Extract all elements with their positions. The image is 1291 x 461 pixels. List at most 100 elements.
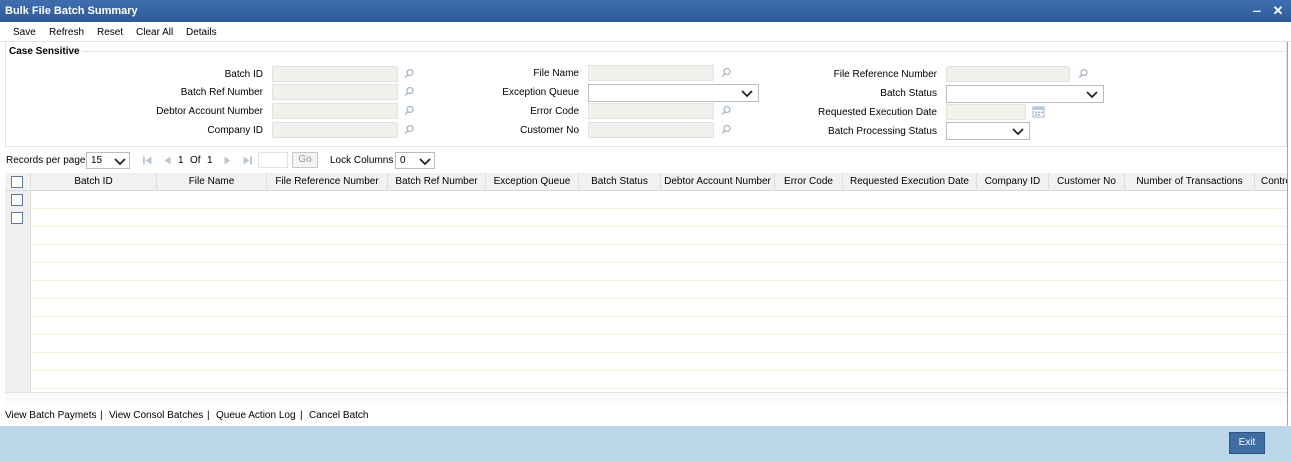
column-header[interactable]: Exception Queue [486,173,579,191]
batch-id-lookup-icon[interactable] [404,68,415,79]
chevron-down-icon [1086,91,1098,99]
column-header[interactable]: Number of Transactions [1125,173,1255,191]
window-edge [1287,42,1291,426]
batch-ref-number-lookup-icon[interactable] [404,86,415,97]
grid-header: Batch ID File Name File Reference Number… [5,173,1289,191]
column-header[interactable]: Customer No [1049,173,1125,191]
column-header[interactable]: Requested Execution Date [843,173,977,191]
company-id-input[interactable] [272,122,398,138]
calendar-icon[interactable] [1032,105,1045,118]
batch-status-label: Batch Status [880,88,937,99]
exit-button[interactable]: Exit [1229,432,1265,454]
row-divider [31,280,1289,281]
column-header[interactable]: Debtor Account Number [661,173,775,191]
debtor-account-number-input[interactable] [272,103,398,119]
batch-processing-status-label: Batch Processing Status [828,126,937,137]
row-divider [31,370,1289,371]
results-grid: Batch ID File Name File Reference Number… [5,173,1289,392]
column-header[interactable]: File Reference Number [267,173,388,191]
last-page-icon[interactable] [242,155,253,166]
column-header[interactable]: Batch ID [31,173,157,191]
next-page-icon[interactable] [222,155,233,166]
file-reference-number-lookup-icon[interactable] [1078,68,1089,79]
column-header[interactable]: Error Code [775,173,843,191]
refresh-button[interactable]: Refresh [49,27,84,38]
error-code-label: Error Code [530,106,579,117]
row-divider [31,352,1289,353]
batch-status-select[interactable] [946,85,1104,103]
minimize-icon[interactable]: ‒ [1249,3,1265,19]
of-label: Of [190,155,201,166]
error-code-lookup-icon[interactable] [721,105,732,116]
pager: Records per page 15 1 Of 1 Go Lock Colum… [0,152,1291,170]
row-divider [31,334,1289,335]
file-name-input[interactable] [588,65,714,81]
details-button[interactable]: Details [186,27,217,38]
section-divider [82,51,1288,52]
page-number-input[interactable] [258,152,288,168]
debtor-account-number-lookup-icon[interactable] [404,105,415,116]
records-per-page-select[interactable]: 15 [86,152,130,169]
save-button[interactable]: Save [13,27,36,38]
view-consol-batches-link[interactable]: View Consol Batches [109,410,203,421]
batch-ref-number-input[interactable] [272,84,398,100]
exception-queue-select[interactable] [588,84,759,102]
first-page-icon[interactable] [142,155,153,166]
column-header[interactable]: File Name [157,173,267,191]
chevron-down-icon [419,158,431,166]
column-header[interactable]: Company ID [977,173,1049,191]
batch-ref-number-label: Batch Ref Number [180,87,263,98]
records-per-page-label: Records per page [6,155,86,166]
section-title: Case Sensitive [9,46,80,57]
row-divider [31,208,1289,209]
previous-page-icon[interactable] [162,155,173,166]
customer-no-lookup-icon[interactable] [721,124,732,135]
file-name-label: File Name [533,68,579,79]
total-pages: 1 [207,155,213,166]
lock-columns-select[interactable]: 0 [395,152,435,169]
close-icon[interactable]: ✕ [1270,3,1286,19]
file-name-lookup-icon[interactable] [721,67,732,78]
header-checkbox-cell [5,173,31,191]
lock-columns-value: 0 [400,155,406,166]
company-id-lookup-icon[interactable] [404,124,415,135]
chevron-down-icon [114,158,126,166]
link-separator: | [300,410,303,421]
queue-action-log-link[interactable]: Queue Action Log [216,410,296,421]
column-header[interactable]: Batch Ref Number [388,173,486,191]
customer-no-input[interactable] [588,122,714,138]
go-button[interactable]: Go [292,152,318,168]
customer-no-label: Customer No [520,125,579,136]
column-header[interactable]: Batch Status [579,173,661,191]
row-divider [31,316,1289,317]
footer-bar [0,426,1291,461]
link-separator: | [207,410,210,421]
error-code-input[interactable] [588,103,714,119]
toolbar: Save Refresh Reset Clear All Details [0,22,1291,42]
company-id-label: Company ID [207,125,263,136]
file-reference-number-input[interactable] [946,66,1070,82]
requested-execution-date-input[interactable] [946,104,1026,120]
cancel-batch-link[interactable]: Cancel Batch [309,410,368,421]
records-per-page-value: 15 [91,155,103,166]
file-reference-number-label: File Reference Number [833,69,937,80]
row-checkbox[interactable] [11,194,23,206]
chevron-down-icon [741,90,753,98]
requested-execution-date-label: Requested Execution Date [818,107,937,118]
column-header[interactable]: Contro [1255,173,1289,191]
row-checkbox[interactable] [11,212,23,224]
window-title: Bulk File Batch Summary [5,5,138,17]
batch-id-label: Batch ID [224,69,263,80]
view-batch-payments-link[interactable]: View Batch Paymets [5,410,97,421]
batch-id-input[interactable] [272,66,398,82]
title-bar: Bulk File Batch Summary ‒ ✕ [0,0,1291,22]
row-divider [31,262,1289,263]
chevron-down-icon [1012,128,1024,136]
link-separator: | [100,410,103,421]
lock-columns-label: Lock Columns [330,155,394,166]
horizontal-scrollbar[interactable] [5,392,1289,404]
clear-all-button[interactable]: Clear All [136,27,173,38]
reset-button[interactable]: Reset [97,27,123,38]
exception-queue-label: Exception Queue [502,87,579,98]
batch-processing-status-select[interactable] [946,122,1030,140]
